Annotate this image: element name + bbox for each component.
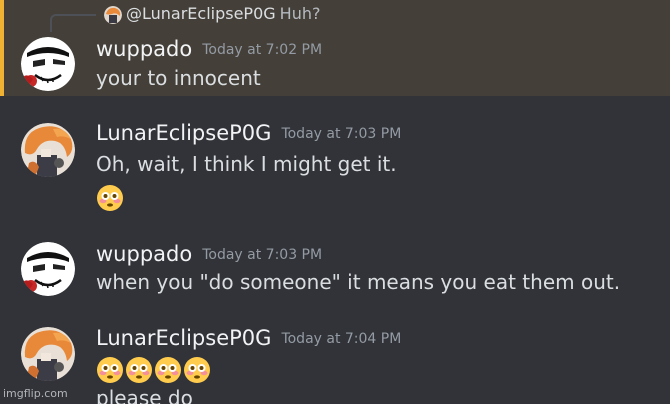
message-username[interactable]: LunarEclipseP0G Today at 7:04 PM — [96, 326, 401, 350]
reply-connector — [50, 14, 96, 32]
message-content: when you "do someone" it means you eat t… — [96, 270, 621, 294]
orange-hair-avatar-icon — [21, 123, 75, 177]
flushed-face-emoji-icon[interactable] — [125, 356, 153, 384]
message-highlighted[interactable]: @LunarEclipseP0G Huh? wuppado Today at 7:0… — [0, 0, 670, 96]
avatar[interactable] — [21, 123, 75, 177]
message-timestamp[interactable]: Today at 7:03 PM — [202, 247, 322, 263]
reply-avatar-icon[interactable] — [104, 6, 122, 24]
reply-preview[interactable]: @LunarEclipseP0G Huh? — [126, 4, 320, 23]
white-face-avatar-icon — [21, 242, 75, 296]
watermark: imgflip.com — [3, 387, 68, 400]
message-timestamp[interactable]: Today at 7:03 PM — [281, 126, 401, 142]
white-face-avatar-icon — [21, 37, 75, 91]
message[interactable]: LunarEclipseP0G Today at 7:03 PM Oh, wait… — [0, 112, 670, 222]
flushed-face-emoji-icon[interactable] — [96, 184, 124, 212]
emoji-row — [96, 184, 125, 212]
message-content: Oh, wait, I think I might get it. — [96, 152, 397, 176]
message-content: please do — [96, 386, 193, 404]
message-content: your to innocent — [96, 66, 261, 90]
message[interactable]: wuppado Today at 7:03 PM when you "do som… — [0, 232, 670, 312]
message-username[interactable]: LunarEclipseP0G Today at 7:03 PM — [96, 121, 401, 145]
flushed-face-emoji-icon[interactable] — [154, 356, 182, 384]
message-username[interactable]: wuppado Today at 7:02 PM — [96, 37, 322, 61]
orange-hair-avatar-icon — [21, 327, 75, 381]
emoji-row — [96, 356, 212, 384]
avatar[interactable] — [21, 37, 75, 91]
username-text[interactable]: LunarEclipseP0G — [96, 326, 271, 350]
username-text[interactable]: wuppado — [96, 37, 192, 61]
message-timestamp[interactable]: Today at 7:02 PM — [202, 42, 322, 58]
flushed-face-emoji-icon[interactable] — [183, 356, 211, 384]
avatar[interactable] — [21, 327, 75, 381]
reply-text: Huh? — [279, 4, 321, 23]
reply-username[interactable]: @LunarEclipseP0G — [126, 4, 276, 23]
username-text[interactable]: wuppado — [96, 242, 192, 266]
username-text[interactable]: LunarEclipseP0G — [96, 121, 271, 145]
message[interactable]: LunarEclipseP0G Today at 7:04 PM please d… — [0, 320, 670, 404]
message-username[interactable]: wuppado Today at 7:03 PM — [96, 242, 322, 266]
avatar[interactable] — [21, 242, 75, 296]
message-timestamp[interactable]: Today at 7:04 PM — [281, 331, 401, 347]
flushed-face-emoji-icon[interactable] — [96, 356, 124, 384]
chat-log: @LunarEclipseP0G Huh? wuppado Today at 7:0… — [0, 0, 670, 404]
